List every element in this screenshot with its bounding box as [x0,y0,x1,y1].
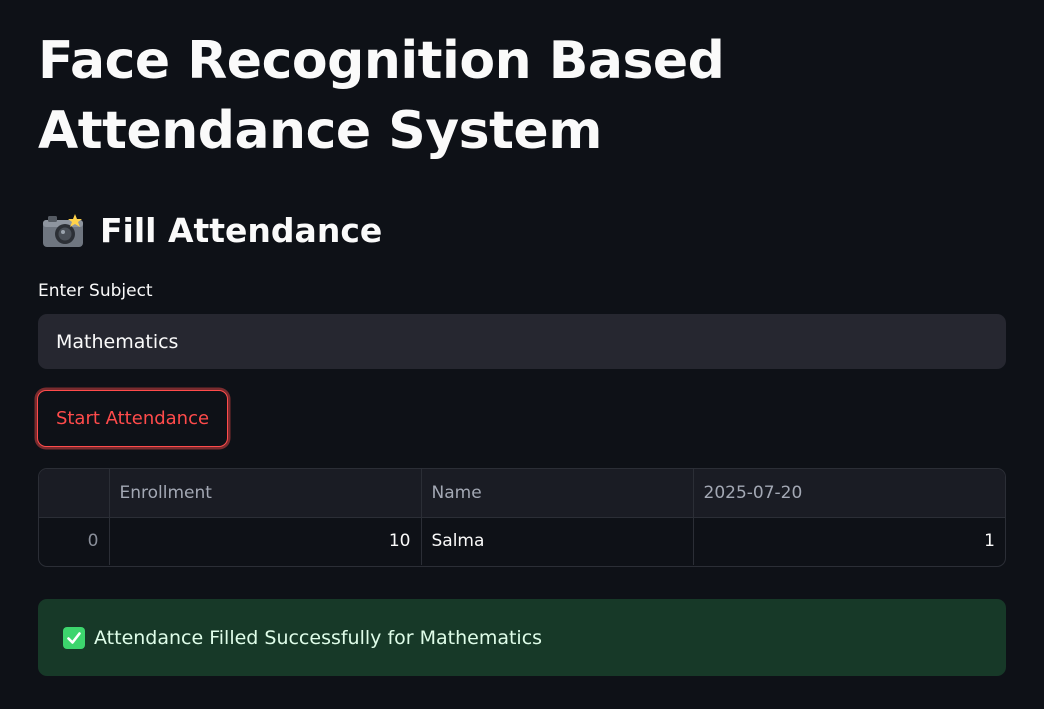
date-value-cell[interactable]: 1 [693,517,1005,565]
table-row: 0 10 Salma 1 [39,517,1005,565]
camera-icon [42,206,86,256]
start-attendance-button[interactable]: Start Attendance [37,390,228,447]
column-header-name[interactable]: Name [421,469,694,517]
page-title: Face Recognition Based Attendance System [38,31,725,161]
column-header-index [39,469,110,517]
subject-input-label: Enter Subject [38,281,153,301]
check-mark-icon [63,626,85,649]
enrollment-cell[interactable]: 10 [109,517,422,565]
row-index-cell[interactable]: 0 [39,517,110,565]
attendance-table[interactable]: Enrollment Name 2025-07-20 0 10 Salma 1 [38,468,1006,567]
section-heading-text: Fill Attendance [100,211,383,250]
success-alert: Attendance Filled Successfully for Mathe… [38,599,1006,676]
column-header-date[interactable]: 2025-07-20 [693,469,1005,517]
column-header-enrollment[interactable]: Enrollment [109,469,422,517]
name-cell[interactable]: Salma [421,517,694,565]
success-message: Attendance Filled Successfully for Mathe… [94,626,543,649]
section-heading: Fill Attendance [42,206,382,256]
app-page: Face Recognition Based Attendance System… [0,0,1044,709]
subject-input[interactable] [38,314,1006,369]
table-header-row: Enrollment Name 2025-07-20 [39,469,1005,517]
